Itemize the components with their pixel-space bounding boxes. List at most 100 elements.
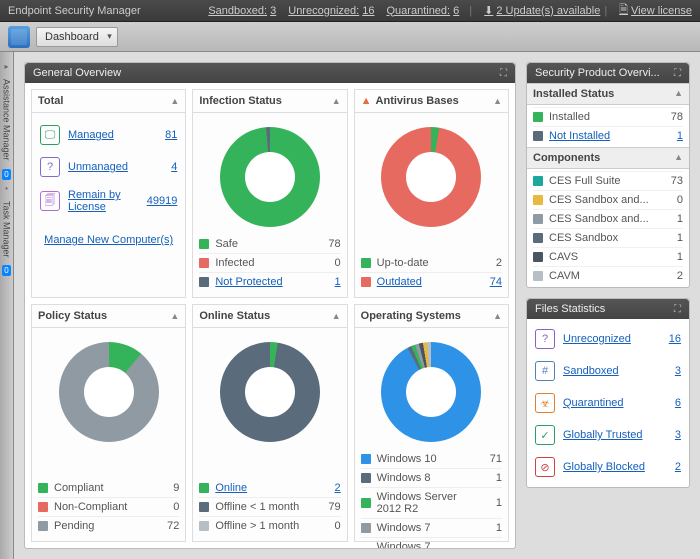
app-logo-icon <box>8 26 30 48</box>
legend-row[interactable]: Outdated74 <box>361 272 502 291</box>
legend-row: Windows 7 Embedded1 <box>361 537 502 548</box>
card-os: Operating Systems▲ Windows 1071Windows 8… <box>354 304 509 542</box>
card-title: Policy Status <box>38 310 107 322</box>
legend-value: 78 <box>321 238 341 250</box>
legend-label: Windows 8 <box>377 472 482 484</box>
legend-row: Infected0 <box>199 253 340 272</box>
color-swatch <box>533 176 543 186</box>
sidebar-assistance-manager[interactable]: Assistance Manager <box>2 75 12 165</box>
legend-label[interactable]: Online <box>215 482 320 494</box>
file-stat-label: Sandboxed <box>563 365 667 377</box>
color-swatch <box>533 252 543 262</box>
stat-sandboxed[interactable]: Sandboxed: 3 <box>208 5 276 17</box>
color-swatch <box>199 502 209 512</box>
collapse-icon[interactable]: ▲ <box>332 311 341 321</box>
collapse-icon[interactable]: ▲ <box>170 311 179 321</box>
card-online: Online Status▲ Online2Offline < 1 month7… <box>192 304 347 542</box>
color-swatch <box>38 502 48 512</box>
legend-value[interactable]: 2 <box>321 482 341 494</box>
legend-label: Up-to-date <box>377 257 482 269</box>
file-stat-row[interactable]: ?Unrecognized16 <box>533 323 683 355</box>
legend-value: 73 <box>663 175 683 187</box>
legend-label: CES Sandbox and... <box>549 194 663 206</box>
legend-label: Infected <box>215 257 320 269</box>
file-stat-row[interactable]: ⊘Globally Blocked2 <box>533 451 683 483</box>
file-stat-label: Globally Trusted <box>563 429 667 441</box>
file-stat-row[interactable]: ✓Globally Trusted3 <box>533 419 683 451</box>
collapse-icon[interactable]: ▲ <box>332 96 341 106</box>
legend-label[interactable]: Outdated <box>377 276 482 288</box>
card-title: Operating Systems <box>361 310 461 322</box>
color-swatch <box>361 523 371 533</box>
tab-dashboard[interactable]: Dashboard <box>36 27 118 47</box>
subheader-components: Components <box>533 152 600 164</box>
expand-icon[interactable]: ⛶ <box>674 304 681 315</box>
legend-value[interactable]: 1 <box>663 130 683 142</box>
subheader-installed: Installed Status <box>533 88 614 100</box>
infection-donut-chart <box>220 127 320 227</box>
document-icon: 🗎 <box>619 1 628 20</box>
color-swatch <box>533 233 543 243</box>
legend-value[interactable]: 74 <box>482 276 502 288</box>
collapse-icon[interactable]: ▲ <box>493 96 502 106</box>
legend-label[interactable]: Not Installed <box>549 130 663 142</box>
quarantined-icon: ☣ <box>535 393 555 413</box>
file-stat-value: 3 <box>675 365 681 377</box>
collapse-icon[interactable]: ▲ <box>493 311 502 321</box>
security-product-panel: Security Product Overvi...⛶ Installed St… <box>526 62 690 288</box>
file-stat-row[interactable]: # Sandboxed 3 <box>533 355 683 387</box>
legend-value: 2 <box>482 257 502 269</box>
card-policy: Policy Status▲ Compliant9Non-Compliant0P… <box>31 304 186 542</box>
legend-row: Offline < 1 month79 <box>199 497 340 516</box>
legend-label: Windows Server 2012 R2 <box>377 491 482 515</box>
collapse-icon[interactable]: ▲ <box>674 88 683 100</box>
row-managed[interactable]: 🖵 Managed 81 <box>38 119 179 151</box>
manage-new-computers-link[interactable]: Manage New Computer(s) <box>38 234 179 246</box>
expand-icon[interactable]: ⛶ <box>674 68 681 79</box>
legend-row[interactable]: Not Installed1 <box>533 126 683 145</box>
legend-value: 1 <box>663 232 683 244</box>
legend-label: Pending <box>54 520 159 532</box>
legend-value: 0 <box>663 194 683 206</box>
legend-row: CAVM2 <box>533 266 683 285</box>
legend-row[interactable]: Not Protected1 <box>199 272 340 291</box>
file-stat-value: 6 <box>675 397 681 409</box>
color-swatch <box>533 112 543 122</box>
chevron-right-icon: ▸ <box>4 62 8 71</box>
row-remain-license[interactable]: 🗐 Remain by License 49919 <box>38 183 179 219</box>
file-stat-label: Globally Blocked <box>563 461 667 473</box>
legend-value[interactable]: 1 <box>321 276 341 288</box>
warning-icon: ▲ <box>361 95 372 107</box>
file-stat-value: 3 <box>675 429 681 441</box>
stat-quarantined[interactable]: Quarantined: 6 <box>387 5 460 17</box>
legend-row[interactable]: Online2 <box>199 479 340 497</box>
legend-value: 1 <box>482 522 502 534</box>
color-swatch <box>38 521 48 531</box>
sidebar-task-manager[interactable]: Task Manager <box>2 197 12 262</box>
legend-label: Installed <box>549 111 663 123</box>
expand-icon[interactable]: ⛶ <box>500 68 507 79</box>
legend-row: Compliant9 <box>38 479 179 497</box>
toolbar: Dashboard <box>0 22 700 52</box>
color-swatch <box>533 214 543 224</box>
row-unmanaged[interactable]: ? Unmanaged 4 <box>38 151 179 183</box>
license-link[interactable]: 🗎View license <box>619 1 692 20</box>
download-icon: ⬇ <box>484 4 493 17</box>
legend-label: Compliant <box>54 482 159 494</box>
color-swatch <box>199 521 209 531</box>
legend-label: Windows 10 <box>377 453 482 465</box>
stat-unrecognized[interactable]: Unrecognized: 16 <box>288 5 374 17</box>
card-title: Antivirus Bases <box>376 95 459 107</box>
sandboxed-icon: # <box>535 361 555 381</box>
updates-link[interactable]: ⬇2 Update(s) available <box>484 4 600 17</box>
legend-row: Offline > 1 month0 <box>199 516 340 535</box>
legend-value: 78 <box>663 111 683 123</box>
file-stat-row[interactable]: ☣Quarantined6 <box>533 387 683 419</box>
collapse-icon[interactable]: ▲ <box>170 96 179 106</box>
legend-row: CES Sandbox and...0 <box>533 190 683 209</box>
legend-row: CES Full Suite73 <box>533 171 683 190</box>
collapse-icon[interactable]: ▲ <box>674 152 683 164</box>
file-stat-value: 16 <box>669 333 681 345</box>
legend-label[interactable]: Not Protected <box>215 276 320 288</box>
policy-donut-chart <box>59 342 159 442</box>
